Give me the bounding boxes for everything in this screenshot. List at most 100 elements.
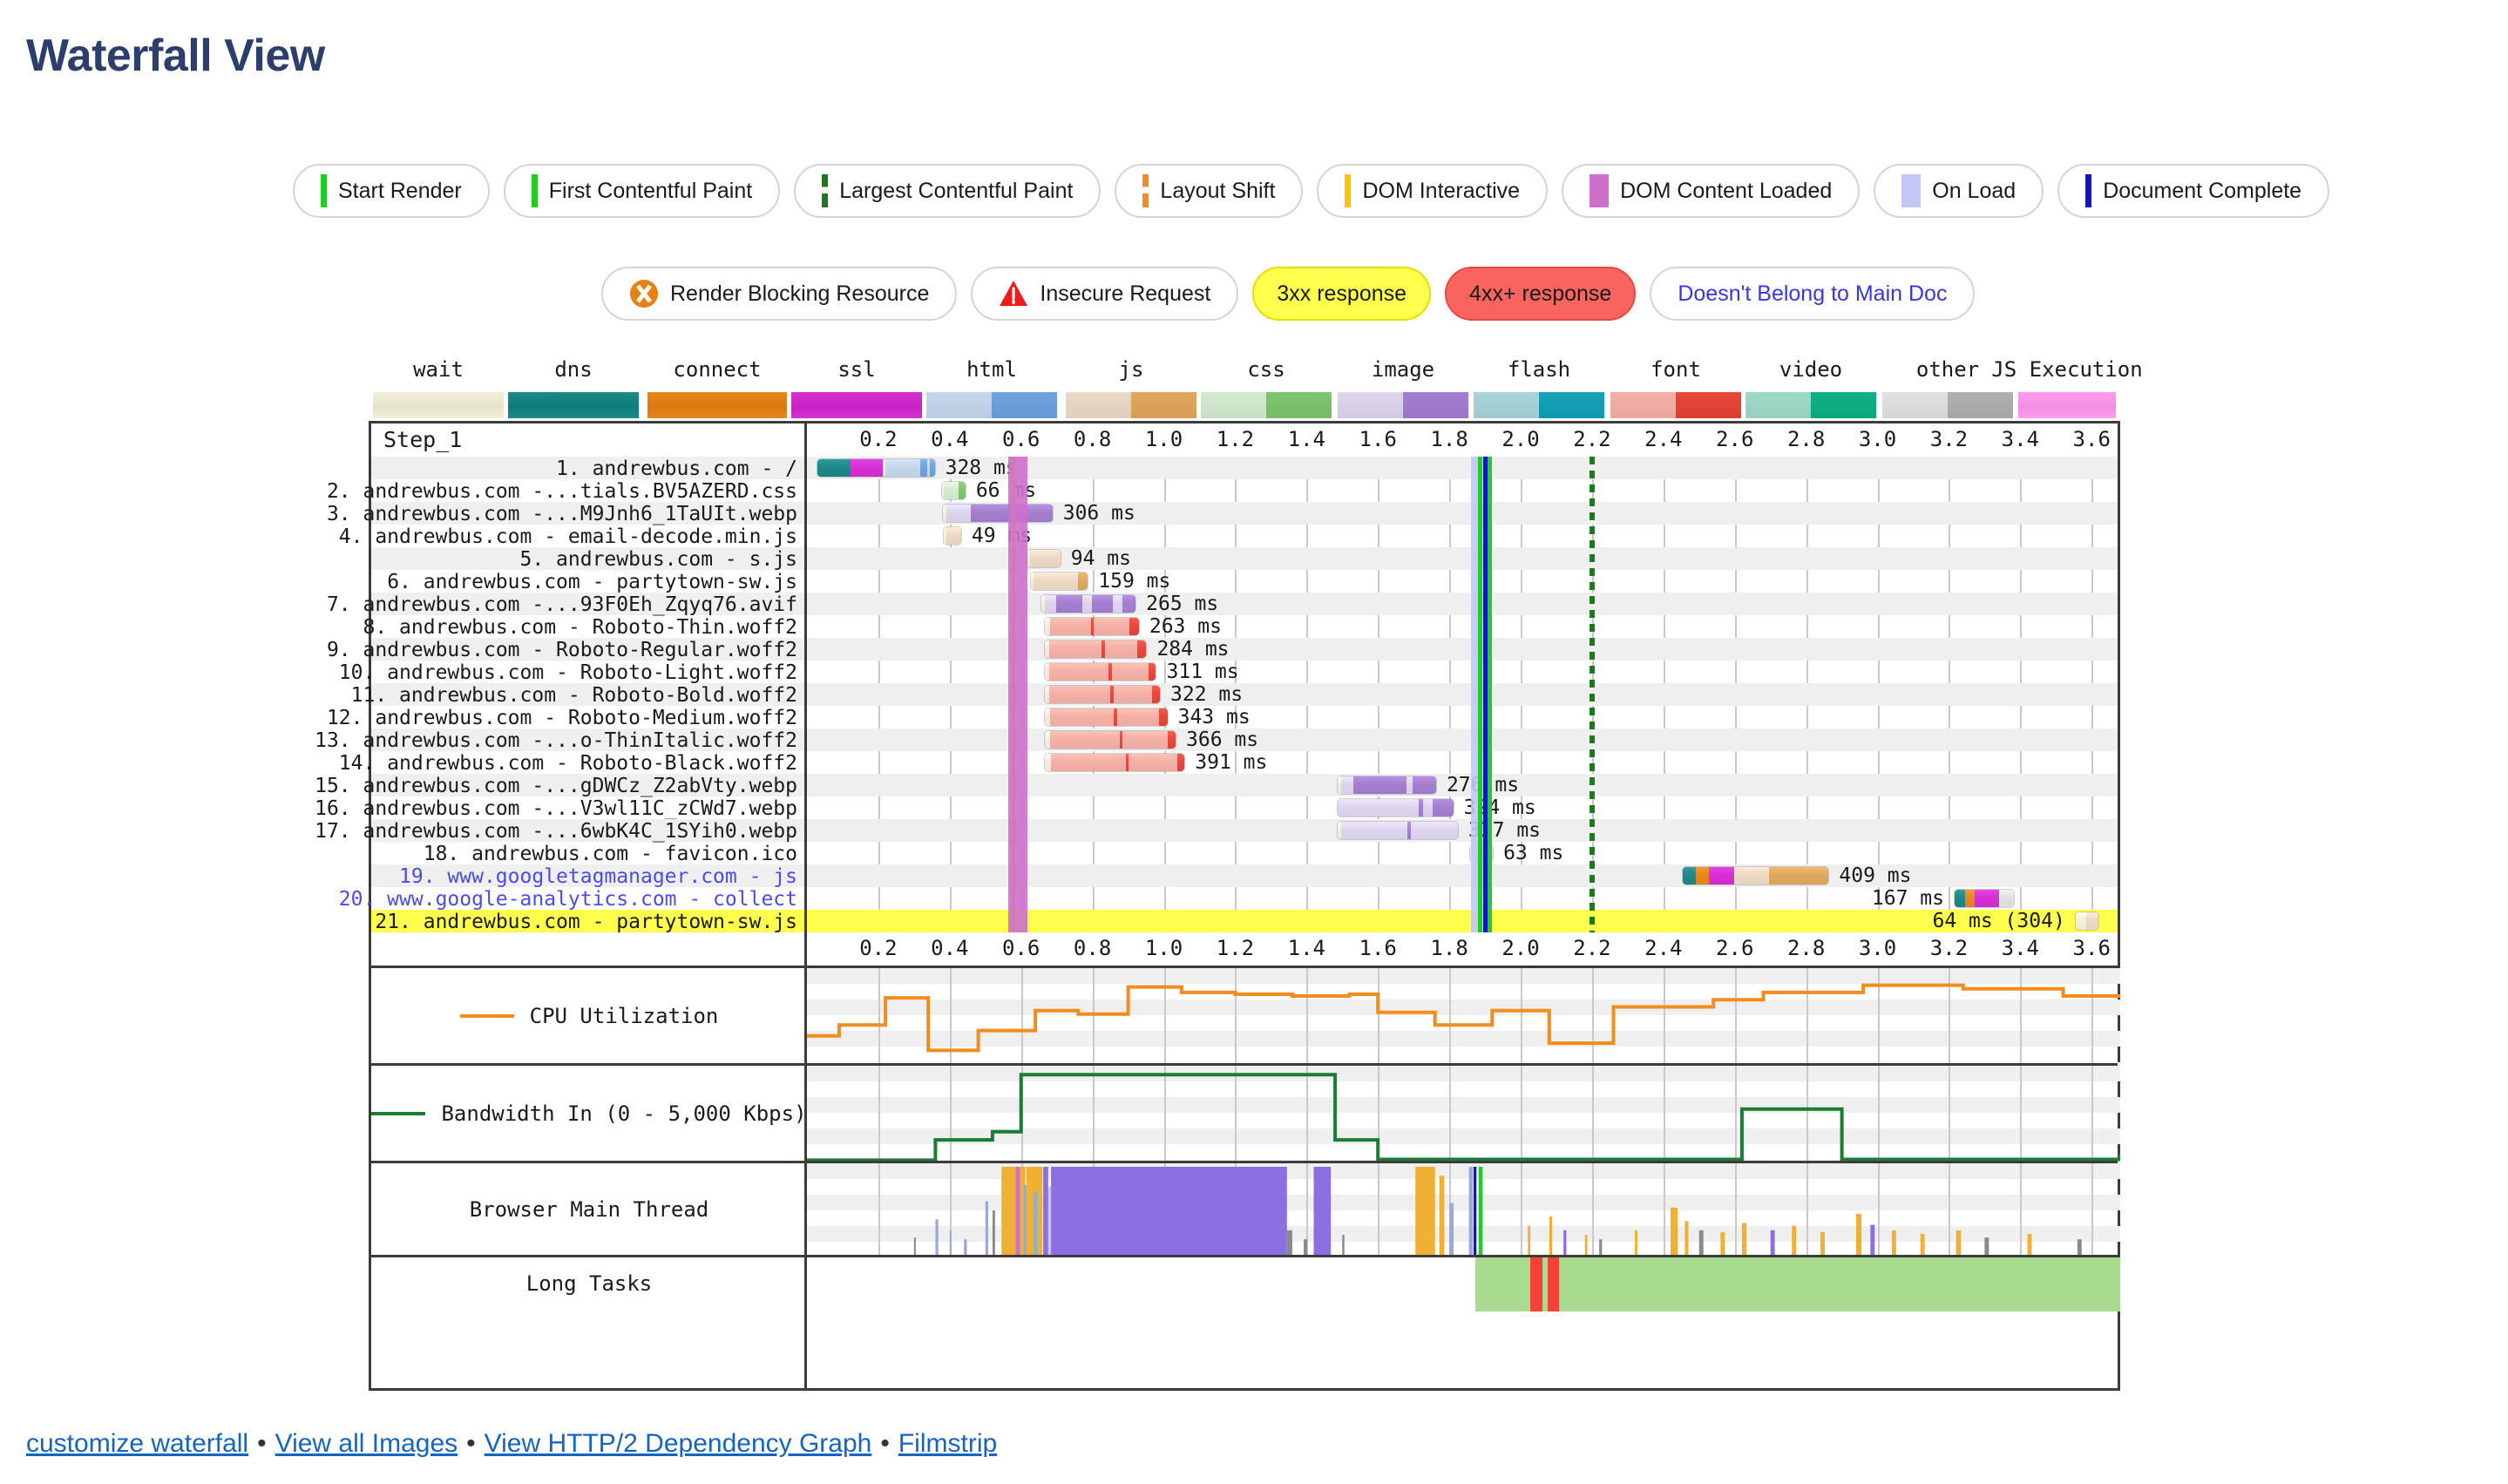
request-label[interactable]: 19. www.googletagmanager.com - js [399,865,797,888]
request-row-11[interactable]: 11. andrewbus.com - Roboto-Bold.woff2 [351,683,804,707]
request-label[interactable]: 14. andrewbus.com - Roboto-Black.woff2 [339,752,797,775]
request-bar-row-12[interactable]: 343 ms [807,706,2118,728]
footer-link-filmstrip[interactable]: Filmstrip [898,1429,997,1458]
request-bar-row-2[interactable]: 66 ms [807,479,2118,502]
legend-pill-largest-contentful-paint[interactable]: Largest Contentful Paint [794,164,1101,218]
request-row-20[interactable]: 20. www.google-analytics.com - collect [339,887,804,911]
request-bar[interactable] [943,527,961,545]
request-bar[interactable] [2075,912,2098,930]
request-bar-row-18[interactable]: 63 ms [807,842,2118,864]
request-bar-row-13[interactable]: 366 ms [807,728,2118,751]
request-bar[interactable] [1045,663,1156,681]
request-bar[interactable] [941,482,966,499]
request-row-8[interactable]: 8. andrewbus.com - Roboto-Thin.woff2 [363,615,804,639]
request-bar-row-7[interactable]: 265 ms [807,593,2118,615]
request-label[interactable]: 12. andrewbus.com - Roboto-Medium.woff2 [327,707,797,729]
request-label[interactable]: 1. andrewbus.com - / [556,457,797,480]
request-row-2[interactable]: 2. andrewbus.com -...tials.BV5AZERD.css [327,479,804,503]
request-label[interactable]: 17. andrewbus.com -...6wbK4C_1SYih0.webp [315,820,797,843]
request-label[interactable]: 18. andrewbus.com - favicon.ico [424,843,797,865]
request-row-17[interactable]: 17. andrewbus.com -...6wbK4C_1SYih0.webp [315,819,804,843]
request-row-1[interactable]: 1. andrewbus.com - / [371,457,804,480]
request-row-21[interactable]: 21. andrewbus.com - partytown-sw.js [371,910,804,933]
request-label[interactable]: 16. andrewbus.com -...V3wl11C_zCWd7.webp [315,797,797,820]
request-bar-row-1[interactable]: 328 ms [807,457,2118,479]
request-label[interactable]: 7. andrewbus.com -...93F0Eh_Zqyq76.avif [327,593,797,616]
request-label[interactable]: 13. andrewbus.com -...o-ThinItalic.woff2 [315,729,797,752]
request-row-6[interactable]: 6. andrewbus.com - partytown-sw.js [371,570,804,593]
request-row-5[interactable]: 5. andrewbus.com - s.js [371,547,804,571]
request-bar[interactable] [1045,686,1160,703]
request-row-16[interactable]: 16. andrewbus.com -...V3wl11C_zCWd7.webp [315,796,804,820]
request-label[interactable]: 9. andrewbus.com - Roboto-Regular.woff2 [327,639,797,661]
request-bar-row-10[interactable]: 311 ms [807,661,2118,683]
request-label[interactable]: 5. andrewbus.com - s.js [520,548,798,571]
request-label[interactable]: 21. andrewbus.com - partytown-sw.js [375,911,797,933]
legend-pill-dom-content-loaded[interactable]: DOM Content Loaded [1562,164,1861,218]
request-bar-row-6[interactable]: 159 ms [807,570,2118,593]
request-label[interactable]: 15. andrewbus.com -...gDWCz_Z2abVty.webp [315,775,797,797]
request-bar[interactable] [1337,799,1454,817]
request-bar-row-11[interactable]: 322 ms [807,683,2118,706]
legend-pill-layout-shift[interactable]: Layout Shift [1115,164,1304,218]
request-row-15[interactable]: 15. andrewbus.com -...gDWCz_Z2abVty.webp [315,774,804,797]
request-bar[interactable] [1045,640,1147,658]
request-bar[interactable] [817,459,935,477]
legend-pill-first-contentful-paint[interactable]: First Contentful Paint [503,164,781,218]
footer-link-customize-waterfall[interactable]: customize waterfall [26,1429,248,1458]
legend-pill-on-load[interactable]: On Load [1874,164,2044,218]
request-label[interactable]: 10. andrewbus.com - Roboto-Light.woff2 [339,661,797,684]
request-bar-row-8[interactable]: 263 ms [807,615,2118,638]
request-bar-row-5[interactable]: 94 ms [807,547,2118,570]
request-bar-row-15[interactable]: 276 ms [807,774,2118,796]
request-bar-row-21[interactable]: 64 ms (304) [807,910,2118,932]
legend-pill-dom-interactive[interactable]: DOM Interactive [1317,164,1549,218]
legend-pill-start-render[interactable]: Start Render [293,164,490,218]
request-label[interactable]: 3. andrewbus.com -...M9Jnh6_1TaUIt.webp [327,503,797,525]
request-row-19[interactable]: 19. www.googletagmanager.com - js [371,864,804,888]
request-bar[interactable] [1337,776,1436,794]
request-bar-row-14[interactable]: 391 ms [807,751,2118,774]
footer-link-view-all-images[interactable]: View all Images [275,1429,458,1458]
footer-link-view-http-2-dependency-graph[interactable]: View HTTP/2 Dependency Graph [485,1429,872,1458]
request-bar[interactable] [1040,595,1136,613]
request-label[interactable]: 8. andrewbus.com - Roboto-Thin.woff2 [363,616,798,639]
request-row-9[interactable]: 9. andrewbus.com - Roboto-Regular.woff2 [327,638,804,661]
legend-pill-render-blocking-resource[interactable]: Render Blocking Resource [601,267,958,321]
request-label[interactable]: 20. www.google-analytics.com - collect [339,888,797,911]
request-row-4[interactable]: 4. andrewbus.com - email-decode.min.js [339,525,804,548]
request-row-7[interactable]: 7. andrewbus.com -...93F0Eh_Zqyq76.avif [327,593,804,616]
request-bar[interactable] [1337,822,1458,839]
request-bar[interactable] [1045,618,1139,635]
request-bar[interactable] [1031,573,1088,590]
request-bar-row-9[interactable]: 284 ms [807,638,2118,661]
legend-pill-3xx-response[interactable]: 3xx response [1252,267,1432,321]
request-row-10[interactable]: 10. andrewbus.com - Roboto-Light.woff2 [339,661,804,684]
request-bar-row-3[interactable]: 306 ms [807,502,2118,525]
request-bar[interactable] [1045,731,1176,749]
legend-pill-insecure-request[interactable]: Insecure Request [971,267,1239,321]
request-bar[interactable] [1027,550,1061,567]
legend-pill-doesn-t-belong-to-main-doc[interactable]: Doesn't Belong to Main Doc [1650,267,1976,321]
legend-pill-document-complete[interactable]: Document Complete [2057,164,2330,218]
request-row-12[interactable]: 12. andrewbus.com - Roboto-Medium.woff2 [327,706,804,729]
request-bar-row-20[interactable]: 167 ms [807,887,2118,910]
request-row-18[interactable]: 18. andrewbus.com - favicon.ico [371,842,804,865]
request-row-3[interactable]: 3. andrewbus.com -...M9Jnh6_1TaUIt.webp [327,502,804,525]
request-bar[interactable] [1045,708,1168,726]
request-bar[interactable] [943,505,1053,522]
request-label[interactable]: 2. andrewbus.com -...tials.BV5AZERD.css [327,480,797,503]
request-bar-row-16[interactable]: 324 ms [807,796,2118,819]
legend-pill-4xx-response[interactable]: 4xx+ response [1445,267,1637,321]
request-bar[interactable] [1954,890,2015,907]
request-label[interactable]: 4. andrewbus.com - email-decode.min.js [339,525,797,548]
request-bar-row-4[interactable]: 49 ms [807,525,2118,547]
request-row-13[interactable]: 13. andrewbus.com -...o-ThinItalic.woff2 [315,728,804,752]
request-bar-row-17[interactable]: 337 ms [807,819,2118,842]
request-label[interactable]: 11. andrewbus.com - Roboto-Bold.woff2 [351,684,797,707]
request-bar[interactable] [1682,867,1829,884]
request-label[interactable]: 6. andrewbus.com - partytown-sw.js [387,571,797,593]
request-bar[interactable] [1045,754,1185,771]
request-bar-row-19[interactable]: 409 ms [807,864,2118,887]
request-row-14[interactable]: 14. andrewbus.com - Roboto-Black.woff2 [339,751,804,775]
